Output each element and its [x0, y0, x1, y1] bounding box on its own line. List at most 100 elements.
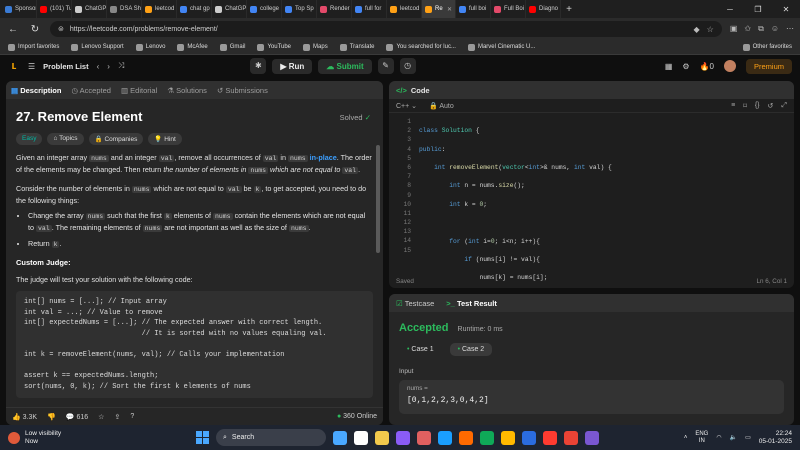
in-place-link[interactable]: in-place: [310, 153, 337, 162]
settings-icon[interactable]: ⚙: [682, 62, 689, 71]
profile-icon[interactable]: ☺: [771, 24, 779, 34]
help-icon[interactable]: ?: [130, 413, 134, 420]
other-favorites[interactable]: Other favorites: [742, 43, 792, 51]
favorite-star-icon[interactable]: ☆: [707, 25, 714, 34]
tab-solutions[interactable]: ⚗ Solutions: [167, 86, 207, 95]
notes-icon[interactable]: ✎: [377, 58, 394, 74]
bookmark-item[interactable]: You searched for luc...: [386, 43, 456, 51]
prev-problem-icon[interactable]: ‹: [97, 62, 100, 71]
back-icon[interactable]: ←: [6, 24, 20, 35]
tab-editorial[interactable]: ▥ Editorial: [121, 86, 157, 95]
collections-icon[interactable]: ⧉: [758, 24, 764, 34]
timer-icon[interactable]: ◷: [399, 58, 416, 74]
premium-button[interactable]: Premium: [745, 58, 792, 74]
battery-icon[interactable]: ▭: [745, 434, 751, 441]
maximize-icon[interactable]: ❐: [744, 5, 772, 14]
browser-tab[interactable]: leetcod: [142, 0, 177, 18]
extension-icon[interactable]: ◆: [694, 25, 700, 34]
taskbar-app-icon[interactable]: [564, 430, 578, 445]
tab-accepted[interactable]: ◷ Accepted: [71, 86, 111, 95]
browser-tab[interactable]: Render: [317, 0, 352, 18]
browser-tab[interactable]: ChatGP: [72, 0, 107, 18]
problem-list-link[interactable]: Problem List: [43, 62, 88, 71]
browser-tab[interactable]: leetcod: [387, 0, 422, 18]
more-icon[interactable]: ⋯: [786, 24, 794, 34]
windows-start-icon[interactable]: [196, 431, 209, 444]
browser-tab[interactable]: ChatGP: [212, 0, 247, 18]
taskbar-app-icon[interactable]: [585, 430, 599, 445]
run-button[interactable]: ▶ Run: [272, 58, 313, 74]
split-screen-icon[interactable]: ▣: [730, 24, 738, 34]
browser-tab[interactable]: Top Sp: [282, 0, 317, 18]
browser-tab[interactable]: DSA Sh: [107, 0, 142, 18]
browser-tab[interactable]: full boi: [456, 0, 491, 18]
url-field[interactable]: ⊜ https://leetcode.com/problems/remove-e…: [50, 21, 722, 37]
comments-button[interactable]: 💬 616: [66, 413, 88, 421]
new-tab-button[interactable]: +: [561, 4, 577, 15]
bookmark-icon[interactable]: ⌑: [743, 102, 747, 110]
taskbar-app-icon[interactable]: [543, 430, 557, 445]
browser-tab[interactable]: college: [247, 0, 282, 18]
notes-icon[interactable]: ≡: [731, 102, 735, 110]
leetcode-logo-icon[interactable]: ʟ: [8, 60, 20, 72]
bookmark-item[interactable]: Gmail: [219, 43, 245, 51]
taskbar-app-icon[interactable]: [333, 430, 347, 445]
bookmark-item[interactable]: Translate: [339, 43, 374, 51]
weather-widget[interactable]: Low visibility Now: [8, 430, 61, 446]
browser-tab[interactable]: Diagno: [526, 0, 561, 18]
favorites-icon[interactable]: ✩: [744, 24, 751, 34]
share-icon[interactable]: ⇪: [114, 413, 120, 421]
close-tab-icon[interactable]: ✕: [447, 6, 452, 13]
taskbar-app-icon[interactable]: [459, 430, 473, 445]
clock[interactable]: 22:24 05-01-2025: [759, 430, 792, 446]
chevron-up-icon[interactable]: ˄: [684, 435, 688, 441]
browser-tab[interactable]: Sponsore: [2, 0, 37, 18]
shuffle-icon[interactable]: ⤨: [118, 61, 124, 71]
browser-tab[interactable]: full for: [352, 0, 387, 18]
autosave-indicator[interactable]: 🔒 Auto: [429, 102, 454, 110]
bookmark-item[interactable]: Lenovo: [135, 43, 165, 51]
tab-test-result[interactable]: >_ Test Result: [446, 299, 497, 308]
taskbar-app-icon[interactable]: [438, 430, 452, 445]
case-2-tab[interactable]: • Case 2: [449, 343, 493, 356]
bookmark-item[interactable]: YouTube: [257, 43, 291, 51]
language-indicator[interactable]: ENG IN: [695, 431, 708, 445]
taskbar-app-icon[interactable]: [522, 430, 536, 445]
browser-tab[interactable]: chat gp: [177, 0, 212, 18]
tab-testcase[interactable]: ☑ Testcase: [396, 299, 434, 308]
bookmark-item[interactable]: McAfee: [177, 43, 208, 51]
like-button[interactable]: 👍 3.3K: [12, 413, 37, 421]
fullscreen-icon[interactable]: ⤢: [781, 102, 787, 110]
taskbar-app-icon[interactable]: [480, 430, 494, 445]
topics-tag[interactable]: ⌂ Topics: [47, 133, 84, 145]
hint-tag[interactable]: 💡 Hint: [148, 133, 182, 145]
code-editor[interactable]: 1 2 3 4 5 6 7 8 9 10 11 12 13 14 15 class Solution { p…: [389, 113, 794, 288]
bookmark-item[interactable]: Import favorites: [8, 43, 59, 51]
dislike-button[interactable]: 👎: [47, 413, 56, 421]
close-window-icon[interactable]: ✕: [772, 5, 800, 14]
minimize-icon[interactable]: ─: [716, 5, 744, 14]
taskbar-app-icon[interactable]: [501, 430, 515, 445]
format-icon[interactable]: {}: [755, 102, 760, 110]
browser-tab[interactable]: Re ✕: [422, 0, 456, 18]
browser-tab[interactable]: Full Boi: [491, 0, 526, 18]
taskbar-search[interactable]: ⌕ Search: [216, 429, 326, 446]
reset-icon[interactable]: ↺: [768, 102, 774, 110]
taskbar-app-icon[interactable]: [396, 430, 410, 445]
taskbar-app-icon[interactable]: [417, 430, 431, 445]
description-scrollbar[interactable]: [376, 145, 380, 253]
reload-icon[interactable]: ↻: [28, 24, 42, 35]
bookmark-item[interactable]: Marvel Cinematic U...: [467, 43, 535, 51]
site-info-icon[interactable]: ⊜: [58, 25, 64, 33]
language-select[interactable]: C++ ⌄: [396, 102, 417, 110]
favorite-icon[interactable]: ☆: [98, 413, 104, 421]
streak-counter[interactable]: 🔥0: [700, 62, 714, 71]
submit-button[interactable]: ☁ Submit: [318, 58, 372, 74]
tab-submissions[interactable]: ↺ Submissions: [217, 86, 268, 95]
wifi-icon[interactable]: ◠: [716, 434, 721, 441]
volume-icon[interactable]: 🔈: [730, 434, 737, 441]
companies-tag[interactable]: 🔒 Companies: [88, 133, 144, 145]
case-1-tab[interactable]: • Case 1: [399, 343, 442, 356]
tab-description[interactable]: ▤ Description: [11, 86, 61, 95]
bookmark-item[interactable]: Maps: [303, 43, 328, 51]
